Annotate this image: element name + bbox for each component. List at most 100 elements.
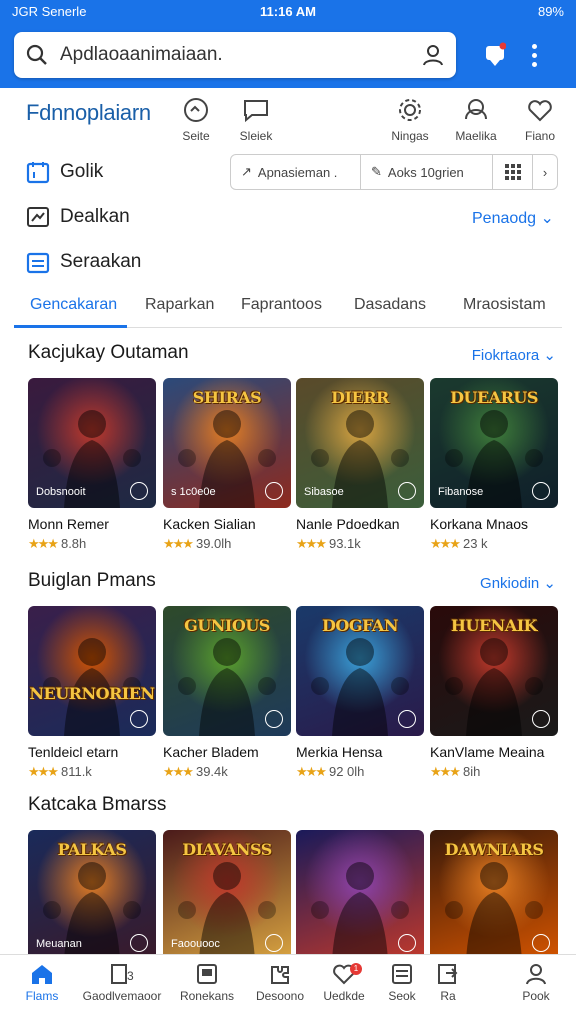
profile-icon[interactable] <box>422 44 444 66</box>
sort-label: Penaodg <box>472 210 537 227</box>
game-logo: HUENAIK <box>450 616 538 635</box>
play-icon[interactable] <box>532 482 550 500</box>
tab-dasadans[interactable]: Dasadans <box>354 296 426 314</box>
list-item-golik[interactable]: Golik <box>26 160 103 184</box>
play-icon[interactable] <box>265 710 283 728</box>
play-icon[interactable] <box>265 934 283 952</box>
nav-ningas[interactable]: Ningas <box>380 97 440 143</box>
rating-value: 92 0lh <box>328 764 365 779</box>
play-icon[interactable] <box>398 482 416 500</box>
chevron-down-icon: ⌄ <box>540 210 554 227</box>
game-rating: ★★★ 93.1k <box>296 536 361 552</box>
list-label: Seraakan <box>60 251 142 272</box>
rating-value: 8ih <box>462 764 481 779</box>
top-bar: Apdlaoaanimaiaan. <box>0 22 576 88</box>
search-bar[interactable]: Apdlaoaanimaiaan. <box>14 32 456 78</box>
list-icon <box>26 252 50 274</box>
segment-b[interactable]: ✎ Aoks 10grien <box>361 155 493 189</box>
game-rating: ★★★ 39.0lh <box>163 536 231 552</box>
bottom-nav-ra[interactable]: Ra <box>408 963 488 1003</box>
chevron-down-icon: ⌄ <box>539 347 556 364</box>
sort-dropdown[interactable]: Penaodg ⌄ <box>472 208 554 228</box>
library-icon: 3 <box>111 964 134 984</box>
card-badge: s 1c0e0e <box>171 486 216 498</box>
segment-a[interactable]: ↗ Apnasieman . <box>231 155 361 189</box>
chat-icon <box>244 100 268 123</box>
nav-seite[interactable]: Seite <box>166 97 226 143</box>
game-rating: ★★★ 8.8h <box>28 536 86 552</box>
nav-sleiek[interactable]: Sleiek <box>226 97 286 143</box>
nav-fiano[interactable]: Fiano <box>510 97 570 143</box>
gear-icon <box>399 99 421 121</box>
game-rating: ★★★ 811.k <box>28 764 92 780</box>
game-card[interactable]: NEURNORIEN <box>28 606 156 736</box>
nav-maelika[interactable]: Maelika <box>446 97 506 143</box>
game-name: Kacher Bladem <box>163 744 259 760</box>
tab-faprantoos[interactable]: Faprantoos <box>241 296 322 314</box>
game-logo: SHIRAS <box>192 388 262 407</box>
rating-value: 811.k <box>60 764 92 779</box>
play-icon[interactable] <box>130 934 148 952</box>
game-card[interactable]: DUEARUS Fibanose <box>430 378 558 508</box>
bottom-nav-flams[interactable]: Flams <box>2 963 82 1003</box>
tab-gencakaran[interactable]: Gencakaran <box>30 296 117 314</box>
game-card[interactable]: SHIRAS s 1c0e0e <box>163 378 291 508</box>
grid-view-icon[interactable] <box>493 155 533 189</box>
nav-label: Ningas <box>391 129 429 143</box>
game-name: KanVlame Meaina <box>430 744 545 760</box>
bottom-nav-label: Flams <box>25 989 59 1003</box>
card-badge: Faoouooc <box>171 938 220 950</box>
home-icon <box>32 965 52 984</box>
filter-segment: ↗ Apnasieman . ✎ Aoks 10grien › <box>230 154 558 190</box>
game-card[interactable]: GUNIOUS <box>163 606 291 736</box>
play-icon[interactable] <box>398 934 416 952</box>
game-card[interactable]: HUENAIK <box>430 606 558 736</box>
card-badge: Dobsnooit <box>36 486 86 498</box>
game-logo: DIERR <box>331 388 389 407</box>
gamepad-icon <box>184 98 208 122</box>
see-more-link[interactable]: Gnkiodin ⌄ <box>480 574 556 592</box>
star-rating-icon: ★★★ <box>430 764 461 779</box>
section-title: Katcaka Bmarss <box>28 794 167 815</box>
play-icon[interactable] <box>130 482 148 500</box>
calendar-icon <box>26 162 50 184</box>
play-icon[interactable] <box>398 710 416 728</box>
game-name: Tenldeicl etarn <box>28 744 119 760</box>
game-name: Merkia Hensa <box>296 744 383 760</box>
star-rating-icon: ★★★ <box>28 536 59 551</box>
segment-b-label: Aoks 10grien <box>387 164 464 180</box>
game-card[interactable]: DAWNIARS <box>430 830 558 960</box>
nav-label: Maelika <box>455 129 497 143</box>
tab-raparkan[interactable]: Raparkan <box>145 296 214 314</box>
game-rating: ★★★ 92 0lh <box>296 764 364 780</box>
see-more-link[interactable]: Fiokrtaora ⌄ <box>472 346 556 364</box>
game-name: Korkana Mnaos <box>430 516 529 532</box>
chevron-right-icon[interactable]: › <box>533 165 557 180</box>
bottom-nav-pook[interactable]: Pook <box>496 963 576 1003</box>
game-rating: ★★★ 23 k <box>430 536 488 552</box>
play-icon[interactable] <box>532 710 550 728</box>
bottom-nav-ronekans[interactable]: Ronekans <box>167 963 247 1003</box>
game-card[interactable]: PALKAS Meuanan <box>28 830 156 960</box>
list-item-dealkan[interactable]: Dealkan <box>26 205 130 229</box>
play-icon[interactable] <box>265 482 283 500</box>
game-card[interactable]: DIAVANSS Faoouooc <box>163 830 291 960</box>
bottom-nav-gaodlvemaoor[interactable]: 3 Gaodlvemaoor <box>82 963 162 1003</box>
segment-a-label: Apnasieman . <box>257 164 338 180</box>
tab-mraosistam[interactable]: Mraosistam <box>463 296 546 314</box>
game-card[interactable]: DIERR Sibasoe <box>296 378 424 508</box>
tab-indicator <box>14 325 127 328</box>
game-card[interactable] <box>296 830 424 960</box>
game-card[interactable]: Dobsnooit <box>28 378 156 508</box>
game-card[interactable]: DOGFAN <box>296 606 424 736</box>
game-logo: DOGFAN <box>322 616 398 635</box>
list-item-seraakan[interactable]: Seraakan <box>26 250 141 274</box>
search-input[interactable]: Apdlaoaanimaiaan. <box>60 44 422 66</box>
play-icon[interactable] <box>130 710 148 728</box>
play-icon[interactable] <box>532 934 550 952</box>
game-logo: PALKAS <box>57 840 127 859</box>
bag-icon[interactable] <box>484 42 506 68</box>
user-icon <box>526 964 546 985</box>
search-icon <box>26 44 47 65</box>
more-menu-icon[interactable] <box>532 43 538 67</box>
